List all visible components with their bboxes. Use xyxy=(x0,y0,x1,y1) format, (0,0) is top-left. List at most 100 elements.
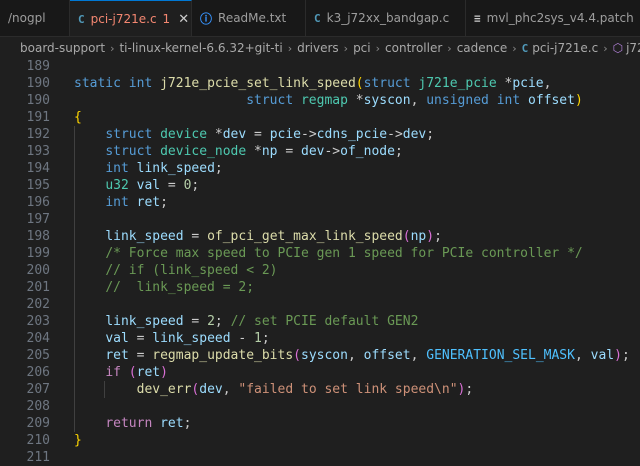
code-token: val xyxy=(590,348,615,363)
breadcrumb-item[interactable]: controller xyxy=(385,41,442,55)
breadcrumb-item[interactable]: pci xyxy=(353,41,371,55)
code-token: 1 xyxy=(254,331,262,346)
tab-mvl-patch[interactable]: ≡ mvl_phc2sys_v4.4.patch xyxy=(466,0,640,36)
code-line[interactable]: 211 xyxy=(0,449,640,466)
code-line[interactable]: 199 /* Force max speed to PCIe gen 1 spe… xyxy=(0,245,640,262)
code-line[interactable]: 203 link_speed = 2; // set PCIE default … xyxy=(0,313,640,330)
code-line[interactable]: 198 link_speed = of_pci_get_max_link_spe… xyxy=(0,228,640,245)
code-text: // link_speed = 2; xyxy=(74,279,254,296)
chevron-right-icon: › xyxy=(375,41,381,55)
tab-readme[interactable]: ⓘ ReadMe.txt xyxy=(192,0,306,36)
line-number: 205 xyxy=(26,348,50,363)
code-line[interactable]: 206 if (ret) xyxy=(0,364,640,381)
code-line[interactable]: 190 static int j721e_pcie_set_link_speed(… xyxy=(0,75,640,92)
code-token: val xyxy=(136,178,161,193)
code-token: ) xyxy=(574,93,583,108)
code-line[interactable]: 192 struct device *dev = pcie->cdns_pcie… xyxy=(0,126,640,143)
code-token: int xyxy=(105,195,137,210)
code-text: struct device_node *np = dev->of_node; xyxy=(74,143,402,160)
tab-pci-j721e[interactable]: C pci-j721e.c 1 ✕ xyxy=(70,0,192,36)
tab-label: /nogpl xyxy=(8,11,46,25)
code-token: j721e_pcie xyxy=(418,76,505,91)
code-text: struct device *dev = pcie->cdns_pcie->de… xyxy=(74,126,434,143)
code-line[interactable]: 197 xyxy=(0,211,640,228)
code-token: dev xyxy=(301,144,325,159)
code-token: j721e_pcie_set_link_speed xyxy=(160,76,356,91)
code-token: ( xyxy=(355,76,364,91)
code-editor[interactable]: 189 190 static int j721e_pcie_set_link_spe… xyxy=(0,58,640,465)
code-token: = xyxy=(246,127,270,142)
code-token: -> xyxy=(301,127,317,142)
code-line[interactable]: 201 // link_speed = 2; xyxy=(0,279,640,296)
tab-label: k3_j72xx_bandgap.c xyxy=(326,11,450,25)
code-token: of_pci_get_max_link_speed xyxy=(207,229,403,244)
breadcrumb-item[interactable]: ti-linux-kernel-6.6.32+git-ti xyxy=(119,41,282,55)
code-line[interactable]: 209 return ret; xyxy=(0,415,640,432)
tab-label: pci-j721e.c xyxy=(90,12,157,26)
close-icon[interactable]: ✕ xyxy=(178,12,189,27)
chevron-right-icon: › xyxy=(343,41,349,55)
code-token: ) xyxy=(160,365,168,380)
code-line[interactable]: 194 int link_speed; xyxy=(0,160,640,177)
problem-count-badge: 1 xyxy=(162,12,171,26)
code-token: * xyxy=(355,93,364,108)
code-line[interactable]: 189 xyxy=(0,58,640,75)
code-line[interactable]: 200 // if (link_speed < 2) xyxy=(0,262,640,279)
code-token: { xyxy=(74,110,82,125)
code-line[interactable]: 196 int ret; xyxy=(0,194,640,211)
tab-nogpl[interactable]: /nogpl xyxy=(0,0,70,36)
breadcrumb-item[interactable]: drivers xyxy=(297,41,339,55)
code-token: ( xyxy=(402,229,411,244)
code-token: cdns_pcie xyxy=(316,127,388,142)
code-token: -> xyxy=(324,144,341,159)
code-line[interactable]: 205 ret = regmap_update_bits(syscon, off… xyxy=(0,347,640,364)
chevron-right-icon: › xyxy=(110,41,115,55)
code-line[interactable]: 190 struct regmap *syscon, unsigned int … xyxy=(0,92,640,109)
code-token: // set PCIE default GEN2 xyxy=(230,314,419,329)
code-line[interactable]: 208 xyxy=(0,398,640,415)
c-file-icon: C xyxy=(314,11,321,25)
code-line[interactable]: 191 { xyxy=(0,109,640,126)
code-token: ; xyxy=(214,314,231,329)
code-line[interactable]: 202 xyxy=(0,296,640,313)
breadcrumb-item[interactable]: pci-j721e.c xyxy=(532,41,598,55)
code-token: if xyxy=(105,365,129,380)
line-number: 190 xyxy=(26,93,50,108)
code-token: , xyxy=(222,382,239,397)
tab-k3-bandgap[interactable]: C k3_j72xx_bandgap.c xyxy=(306,0,466,36)
chevron-right-icon: › xyxy=(512,41,517,55)
code-text: struct regmap *syscon, unsigned int offs… xyxy=(74,92,583,109)
line-number: 207 xyxy=(26,382,50,397)
line-number: 196 xyxy=(26,195,50,210)
code-token: pcie xyxy=(512,76,544,91)
breadcrumb-item[interactable]: board-support xyxy=(20,41,105,55)
function-symbol-icon: ⬡ xyxy=(612,41,624,55)
code-line[interactable]: 204 val = link_speed - 1; xyxy=(0,330,640,347)
breadcrumb-item[interactable]: cadence xyxy=(457,41,508,55)
code-line[interactable]: 195 u32 val = 0; xyxy=(0,177,640,194)
code-token: ; xyxy=(191,178,200,193)
code-line[interactable]: 207 dev_err(dev, "failed to set link spe… xyxy=(0,381,640,398)
code-token: return xyxy=(105,416,161,431)
code-token: ; xyxy=(261,331,270,346)
code-line[interactable]: 193 struct device_node *np = dev->of_nod… xyxy=(0,143,640,160)
code-token: -> xyxy=(387,127,403,142)
breadcrumb: board-support › ti-linux-kernel-6.6.32+g… xyxy=(0,37,640,59)
line-number: 200 xyxy=(26,263,50,278)
breadcrumb-item[interactable]: j721e_pc xyxy=(626,41,640,55)
code-token: val xyxy=(105,331,129,346)
code-token: ; xyxy=(465,382,474,397)
code-token: device_node xyxy=(160,144,255,159)
code-line[interactable]: 210} xyxy=(0,432,640,449)
code-token: 2 xyxy=(207,314,215,329)
code-token: , xyxy=(543,76,552,91)
code-text: } xyxy=(74,432,82,449)
